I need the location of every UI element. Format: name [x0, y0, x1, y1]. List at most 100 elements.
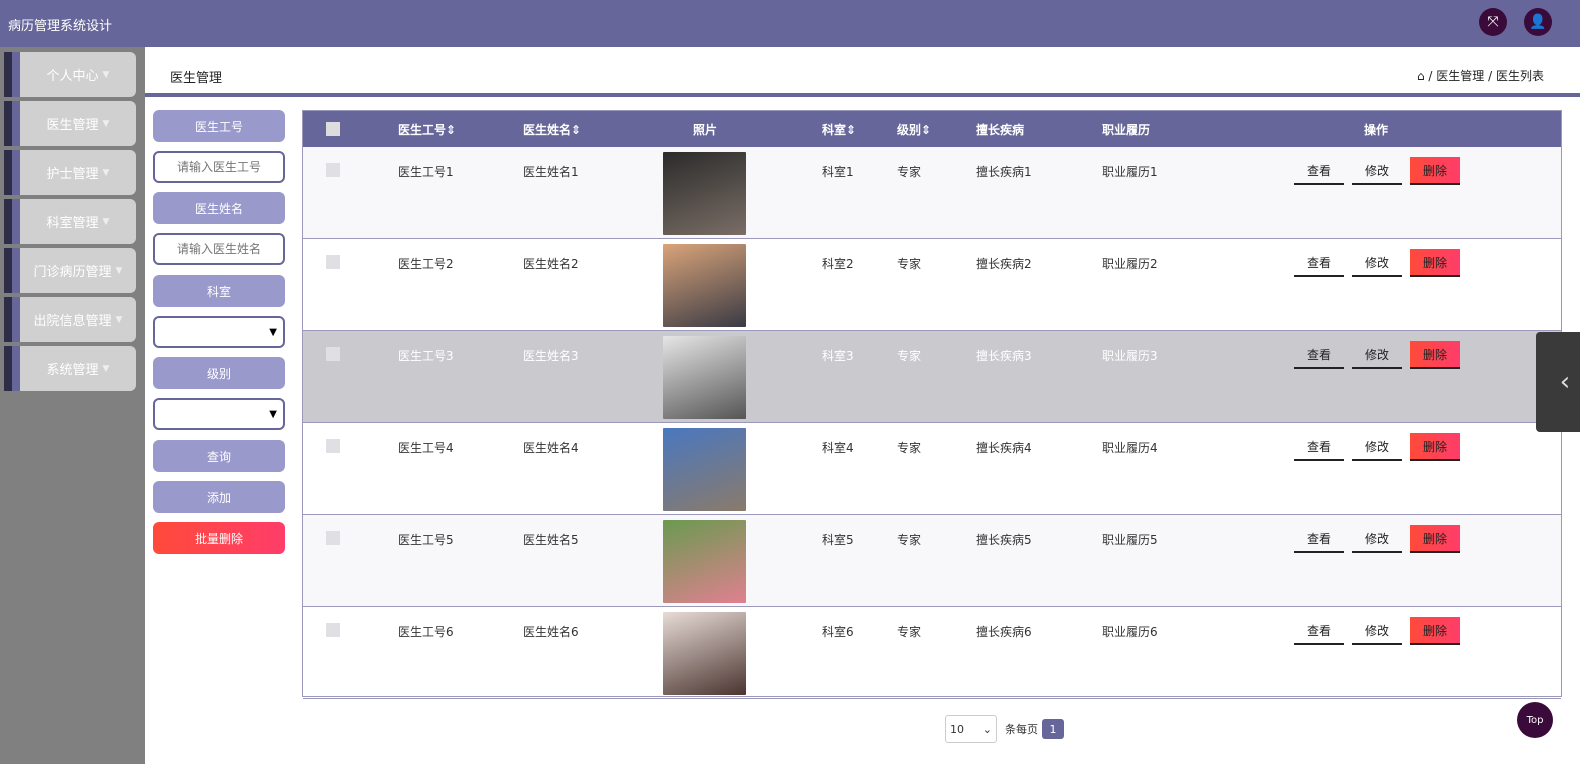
doctor-photo [663, 152, 746, 235]
row-checkbox[interactable] [326, 439, 340, 453]
view-button[interactable]: 查看 [1294, 617, 1344, 645]
table-row[interactable]: 医生工号3 医生姓名3 科室3 专家 擅长疾病3 职业履历3 查看 修改 删除 [303, 331, 1561, 423]
cell-career: 职业履历1 [1102, 165, 1158, 179]
page-title: 医生管理 [170, 71, 223, 86]
sidebar-item-label: 护士管理 [46, 167, 99, 182]
view-button[interactable]: 查看 [1294, 525, 1344, 553]
cell-dept: 科室1 [822, 165, 854, 179]
cell-level: 专家 [897, 165, 922, 179]
sidebar-item-label: 门诊病历管理 [33, 265, 112, 280]
edit-button[interactable]: 修改 [1352, 433, 1402, 461]
caret-down-icon: ▼ [115, 265, 123, 276]
view-button[interactable]: 查看 [1294, 157, 1344, 185]
sidebar-item[interactable]: 系统管理 ▼ [4, 346, 136, 391]
col-career: 职业履历 [1102, 122, 1151, 137]
table-row[interactable]: 医生工号6 医生姓名6 科室6 专家 擅长疾病6 职业履历6 查看 修改 删除 [303, 607, 1561, 699]
col-name[interactable]: 医生姓名⇕ [523, 121, 663, 138]
query-button[interactable]: 查询 [153, 440, 285, 472]
table-header: 医生工号⇕ 医生姓名⇕ 照片 科室⇕ 级别⇕ 擅长疾病 职业履历 操作 [303, 111, 1561, 147]
back-to-top-button[interactable]: Top [1517, 702, 1553, 738]
row-checkbox[interactable] [326, 531, 340, 545]
sidebar-item[interactable]: 门诊病历管理 ▼ [4, 248, 136, 293]
sidebar-item-label: 个人中心 [46, 69, 99, 84]
row-checkbox[interactable] [326, 255, 340, 269]
cell-id: 医生工号4 [398, 441, 454, 455]
col-photo: 照片 [693, 122, 718, 137]
edit-button[interactable]: 修改 [1352, 341, 1402, 369]
breadcrumb-item[interactable]: 医生管理 [1436, 69, 1484, 83]
sidebar-item[interactable]: 个人中心 ▼ [4, 52, 136, 97]
dept-label: 科室 [153, 275, 285, 307]
row-checkbox[interactable] [326, 163, 340, 177]
cell-id: 医生工号5 [398, 533, 454, 547]
sidebar-item-label: 医生管理 [46, 118, 99, 133]
cell-career: 职业履历5 [1102, 533, 1158, 547]
cell-level: 专家 [897, 625, 922, 639]
sidebar: 个人中心 ▼ 医生管理 ▼ 护士管理 ▼ 科室管理 ▼ 门诊病历管理 ▼ 出院信息管理 ▼ 系统管理 ▼ [0, 47, 145, 764]
edit-button[interactable]: 修改 [1352, 617, 1402, 645]
cell-dept: 科室4 [822, 441, 854, 455]
cell-id: 医生工号3 [398, 349, 454, 363]
delete-button[interactable]: 删除 [1410, 617, 1460, 645]
col-dept[interactable]: 科室⇕ [822, 121, 897, 138]
cell-career: 职业履历4 [1102, 441, 1158, 455]
breadcrumb-item: 医生列表 [1495, 69, 1544, 83]
col-id[interactable]: 医生工号⇕ [398, 121, 523, 138]
delete-button[interactable]: 删除 [1410, 341, 1460, 369]
view-button[interactable]: 查看 [1294, 341, 1344, 369]
cell-level: 专家 [897, 533, 922, 547]
table-row[interactable]: 医生工号4 医生姓名4 科室4 专家 擅长疾病4 职业履历4 查看 修改 删除 [303, 423, 1561, 515]
row-checkbox[interactable] [326, 347, 340, 361]
table-row[interactable]: 医生工号1 医生姓名1 科室1 专家 擅长疾病1 职业履历1 查看 修改 删除 [303, 147, 1561, 239]
sidebar-item-label: 系统管理 [46, 363, 99, 378]
edit-button[interactable]: 修改 [1352, 525, 1402, 553]
cell-name: 医生姓名4 [523, 441, 579, 455]
cell-spec: 擅长疾病5 [976, 533, 1032, 547]
home-icon[interactable]: ⌂ [1417, 69, 1425, 83]
caret-down-icon: ▼ [102, 216, 110, 227]
doctor-name-input[interactable] [153, 233, 285, 265]
page-1-button[interactable]: 1 [1042, 719, 1064, 739]
cell-spec: 擅长疾病1 [976, 165, 1032, 179]
delete-button[interactable]: 删除 [1410, 525, 1460, 553]
table-row[interactable]: 医生工号2 医生姓名2 科室2 专家 擅长疾病2 职业履历2 查看 修改 删除 [303, 239, 1561, 331]
doctor-photo [663, 612, 746, 695]
edit-button[interactable]: 修改 [1352, 249, 1402, 277]
delete-button[interactable]: 删除 [1410, 157, 1460, 185]
per-page-label: 条每页 [1005, 723, 1038, 736]
cell-spec: 擅长疾病3 [976, 349, 1032, 363]
delete-button[interactable]: 删除 [1410, 433, 1460, 461]
user-icon[interactable]: 👤 [1524, 8, 1552, 36]
doctor-id-input[interactable] [153, 151, 285, 183]
sidebar-item[interactable]: 护士管理 ▼ [4, 150, 136, 195]
cell-dept: 科室3 [822, 349, 854, 363]
level-select[interactable]: ▼ [153, 398, 285, 430]
sidebar-item-label: 科室管理 [46, 216, 99, 231]
breadcrumb: ⌂ / 医生管理 / 医生列表 [1416, 69, 1544, 83]
sidebar-item[interactable]: 医生管理 ▼ [4, 101, 136, 146]
cell-id: 医生工号1 [398, 165, 454, 179]
row-checkbox[interactable] [326, 623, 340, 637]
cell-career: 职业履历3 [1102, 349, 1158, 363]
sidebar-item[interactable]: 科室管理 ▼ [4, 199, 136, 244]
add-button[interactable]: 添加 [153, 481, 285, 513]
table-row[interactable]: 医生工号5 医生姓名5 科室5 专家 擅长疾病5 职业履历5 查看 修改 删除 [303, 515, 1561, 607]
doctor-table: 医生工号⇕ 医生姓名⇕ 照片 科室⇕ 级别⇕ 擅长疾病 职业履历 操作 医生工号… [302, 110, 1562, 699]
batch-delete-button[interactable]: 批量删除 [153, 522, 285, 554]
col-level[interactable]: 级别⇕ [897, 121, 976, 138]
view-button[interactable]: 查看 [1294, 249, 1344, 277]
view-button[interactable]: 查看 [1294, 433, 1344, 461]
fullscreen-icon[interactable]: ⤧ [1479, 8, 1507, 36]
cell-id: 医生工号2 [398, 257, 454, 271]
caret-down-icon: ▼ [102, 69, 110, 80]
dept-select[interactable]: ▼ [153, 316, 285, 348]
page-size-select[interactable]: 10 ⌄ [945, 715, 997, 743]
caret-down-icon: ▼ [102, 118, 110, 129]
select-all-checkbox[interactable] [326, 122, 340, 136]
cell-name: 医生姓名2 [523, 257, 579, 271]
sidebar-item[interactable]: 出院信息管理 ▼ [4, 297, 136, 342]
cell-id: 医生工号6 [398, 625, 454, 639]
delete-button[interactable]: 删除 [1410, 249, 1460, 277]
edit-button[interactable]: 修改 [1352, 157, 1402, 185]
side-panel-toggle[interactable]: ‹ [1536, 332, 1580, 432]
